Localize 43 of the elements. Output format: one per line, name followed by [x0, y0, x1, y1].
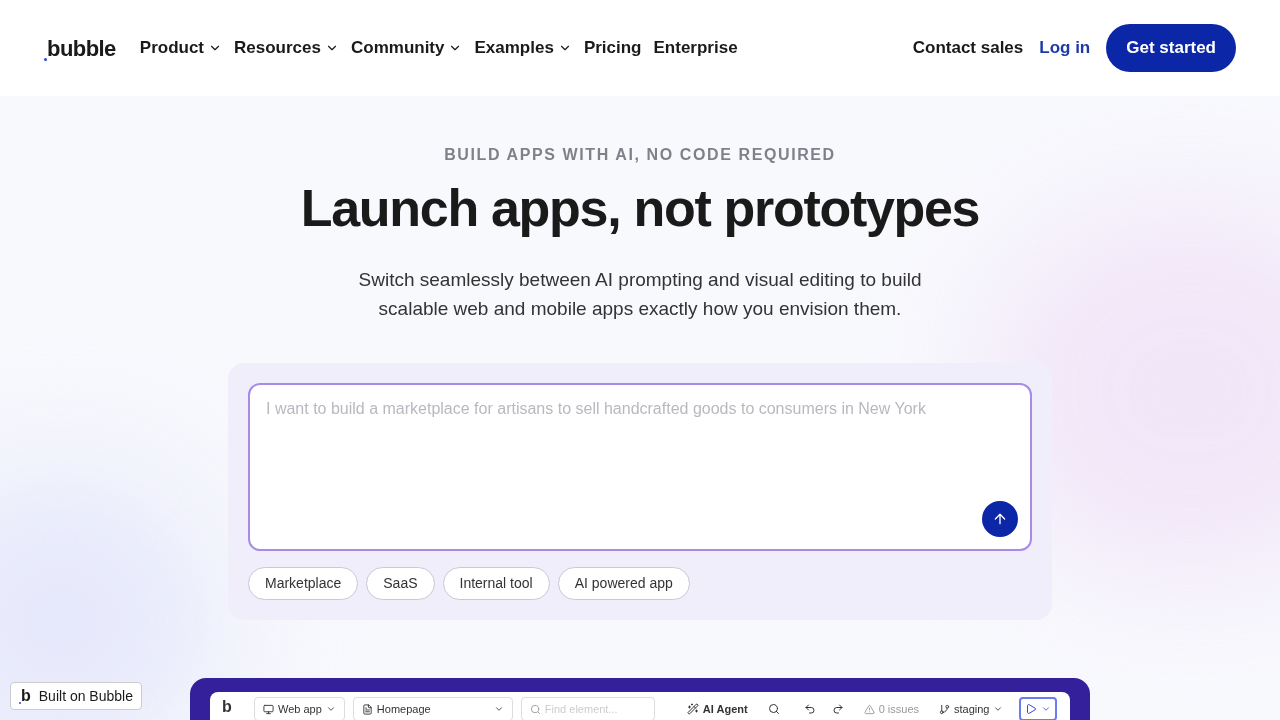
app-type-dropdown[interactable]: Web app	[254, 697, 345, 720]
hero-subtitle: Switch seamlessly between AI prompting and visual editing to build scalable web and mobile apps exactly how you envision them.	[357, 268, 923, 321]
suggestion-chip[interactable]: SaaS	[366, 567, 435, 600]
warning-icon	[863, 703, 875, 715]
nav-link[interactable]: Enterprise	[653, 35, 738, 61]
suggestion-chip[interactable]: Marketplace	[248, 567, 359, 600]
prompt-field[interactable]: I want to build a marketplace for artisans to sell handcrafted goods to consumers in New York	[248, 383, 1032, 551]
play-icon	[1025, 703, 1038, 715]
badge-logo: b	[21, 688, 31, 704]
page-icon	[361, 703, 373, 715]
magic-wand-icon	[686, 703, 699, 715]
monitor-icon	[263, 703, 274, 715]
suggestion-chip[interactable]: Internal tool	[442, 567, 550, 600]
logo[interactable]: bubble	[47, 31, 116, 65]
redo-icon[interactable]	[831, 703, 844, 715]
chevron-down-icon	[993, 704, 1004, 714]
undo-icon[interactable]	[803, 703, 816, 715]
get-started-button[interactable]: Get started	[1106, 24, 1236, 72]
login-link[interactable]: Log in	[1039, 35, 1091, 61]
nav-link[interactable]: Product	[139, 35, 223, 61]
prompt-input[interactable]: I want to build a marketplace for artisans to sell handcrafted goods to consumers in New York	[266, 397, 1014, 537]
badge-label: Built on Bubble	[38, 686, 133, 706]
branch-dropdown[interactable]: staging	[939, 697, 1004, 720]
nav-link[interactable]: Pricing	[583, 35, 642, 61]
ai-agent-button[interactable]: AI Agent	[686, 697, 748, 720]
send-button[interactable]	[982, 501, 1018, 537]
contact-sales-link[interactable]: Contact sales	[912, 35, 1024, 61]
built-on-bubble-badge[interactable]: b Built on Bubble	[10, 682, 142, 710]
nav-link[interactable]: Examples	[474, 35, 572, 61]
page-dropdown[interactable]: Homepage	[352, 697, 513, 720]
editor-logo: b	[222, 697, 233, 717]
nav-link[interactable]: Resources	[234, 35, 339, 61]
eyebrow: BUILD APPS WITH AI, NO CODE REQUIRED	[444, 145, 836, 165]
search-icon	[529, 703, 541, 715]
search-icon[interactable]	[767, 703, 780, 715]
suggestion-chip[interactable]: AI powered app	[557, 567, 690, 600]
nav-link[interactable]: Community	[351, 35, 463, 61]
branch-icon	[939, 703, 950, 715]
chevron-down-icon	[325, 704, 336, 714]
hero-title: Launch apps, not prototypes	[300, 178, 980, 239]
chevron-down-icon	[1041, 704, 1052, 714]
chevron-down-icon	[493, 704, 504, 714]
preview-button[interactable]	[1019, 697, 1058, 720]
